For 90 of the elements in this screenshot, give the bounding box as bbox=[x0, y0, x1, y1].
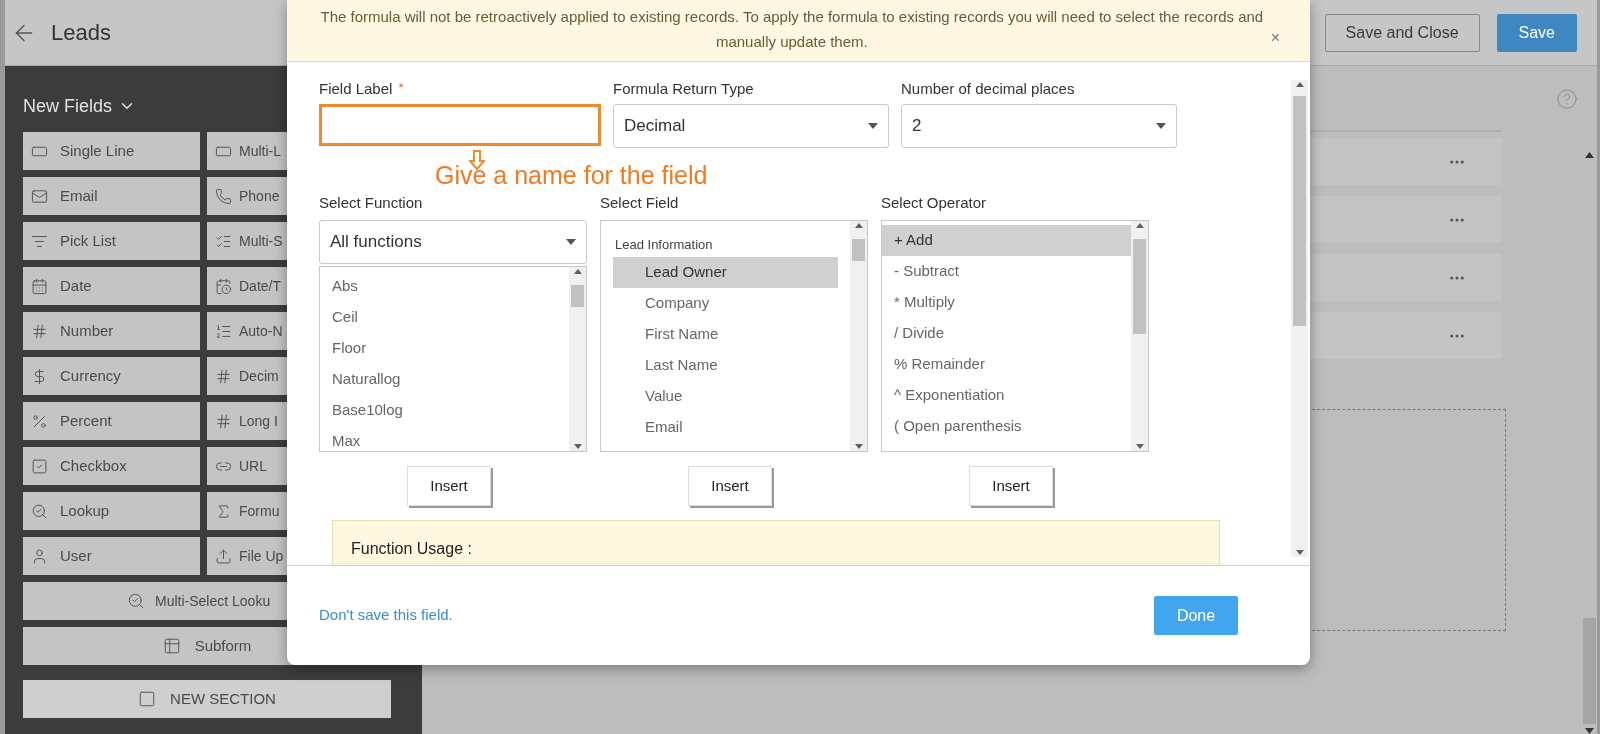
scroll-up-icon[interactable] bbox=[1295, 82, 1304, 87]
list-item[interactable]: Abs bbox=[320, 271, 569, 302]
field-label-input[interactable] bbox=[319, 104, 601, 146]
field-type-button[interactable]: Single Line bbox=[23, 132, 200, 170]
save-close-button[interactable]: Save and Close bbox=[1324, 13, 1480, 52]
list-label: Select Function bbox=[319, 194, 424, 212]
list-item[interactable]: * Multiply bbox=[882, 287, 1131, 318]
list-item[interactable]: Base10log bbox=[320, 395, 569, 426]
field-type-button[interactable]: Pick List bbox=[23, 222, 200, 260]
notice-text: The formula will not be retroactively applied to existing records. To apply the formula to existing records you will need to select the records and manually update them. bbox=[319, 7, 1265, 52]
scroll-up-icon[interactable] bbox=[854, 223, 863, 228]
insert-button[interactable]: Insert bbox=[407, 466, 491, 506]
scroll-down-icon[interactable] bbox=[1135, 444, 1144, 449]
insert-button[interactable]: Insert bbox=[969, 466, 1053, 506]
percent-icon bbox=[31, 412, 48, 430]
caret-icon bbox=[566, 239, 576, 245]
square-icon bbox=[138, 690, 157, 708]
list-item[interactable]: / Divide bbox=[882, 318, 1131, 349]
list-item[interactable]: Floor bbox=[320, 333, 569, 364]
list-label: Select Field bbox=[600, 194, 680, 212]
numbered-list-icon bbox=[215, 322, 232, 340]
scroll-up-icon[interactable] bbox=[1585, 152, 1594, 158]
scrollbar[interactable] bbox=[1131, 221, 1148, 451]
return-type-select[interactable]: Decimal bbox=[613, 104, 889, 148]
list-item[interactable]: Value bbox=[613, 380, 838, 412]
annotation-text: Give a name for the field bbox=[435, 160, 708, 190]
table-icon bbox=[162, 637, 181, 655]
field-type-button[interactable]: Percent bbox=[23, 402, 200, 440]
usage-title: Function Usage : bbox=[351, 540, 472, 557]
scroll-thumb[interactable] bbox=[852, 239, 865, 261]
calendar-icon bbox=[31, 277, 48, 295]
scroll-down-icon[interactable] bbox=[1585, 728, 1594, 734]
hash-icon bbox=[31, 322, 48, 340]
list-item[interactable]: ( Open parenthesis bbox=[882, 411, 1131, 442]
list-item[interactable]: - Subtract bbox=[882, 256, 1131, 287]
required-mark: * bbox=[398, 79, 404, 97]
search-icon bbox=[127, 592, 145, 610]
user-icon bbox=[31, 547, 48, 565]
close-icon[interactable]: × bbox=[1270, 26, 1281, 50]
field-type-button[interactable]: Lookup bbox=[23, 492, 200, 530]
field-type-button[interactable]: User bbox=[23, 537, 200, 575]
return-type-label: Formula Return Type bbox=[613, 79, 755, 98]
list-item[interactable]: Email bbox=[613, 411, 838, 443]
field-type-button[interactable]: Date bbox=[23, 267, 200, 305]
hash-icon bbox=[215, 412, 232, 430]
upload-icon bbox=[215, 547, 232, 565]
list-item[interactable]: Last Name bbox=[613, 349, 838, 381]
scroll-thumb[interactable] bbox=[1293, 96, 1306, 326]
checkbox-icon bbox=[31, 457, 48, 475]
scroll-down-icon[interactable] bbox=[1295, 550, 1304, 555]
list-item[interactable]: Ceil bbox=[320, 302, 569, 333]
scroll-up-icon[interactable] bbox=[1135, 223, 1144, 228]
scrollbar[interactable] bbox=[850, 221, 867, 451]
list-item[interactable]: First Name bbox=[613, 318, 838, 350]
scroll-thumb[interactable] bbox=[571, 285, 584, 307]
list-item[interactable]: Max bbox=[320, 426, 569, 451]
calendar-clock-icon bbox=[215, 277, 232, 295]
scroll-up-icon[interactable] bbox=[573, 269, 582, 274]
scrollbar[interactable] bbox=[569, 267, 586, 451]
group-heading: Lead Information bbox=[614, 236, 714, 254]
list-item[interactable]: % Remainder bbox=[882, 349, 1131, 380]
list-item[interactable]: Company bbox=[613, 287, 838, 319]
page-title: Leads bbox=[51, 19, 111, 47]
list-label: Select Operator bbox=[881, 194, 988, 212]
scroll-thumb[interactable] bbox=[1133, 239, 1146, 334]
list-item[interactable]: ^ Exponentiation bbox=[882, 380, 1131, 411]
list-item[interactable]: Naturallog bbox=[320, 364, 569, 395]
hash-icon bbox=[215, 367, 232, 385]
caret-icon bbox=[1156, 123, 1166, 129]
search-icon bbox=[31, 502, 48, 520]
decimal-places-label: Number of decimal places bbox=[901, 79, 1076, 98]
scroll-down-icon[interactable] bbox=[573, 444, 582, 449]
phone-icon bbox=[215, 187, 232, 205]
mail-icon bbox=[31, 187, 48, 205]
wide-field-button[interactable]: NEW SECTION bbox=[23, 680, 391, 718]
insert-button[interactable]: Insert bbox=[688, 466, 772, 506]
field-type-button[interactable]: Currency bbox=[23, 357, 200, 395]
save-button[interactable]: Save bbox=[1496, 13, 1577, 52]
field-type-button[interactable]: Email bbox=[23, 177, 200, 215]
decimal-places-select[interactable]: 2 bbox=[901, 104, 1177, 148]
field-type-button[interactable]: Number bbox=[23, 312, 200, 350]
list-item[interactable]: + Add bbox=[882, 225, 1131, 256]
help-icon[interactable] bbox=[1556, 88, 1578, 110]
field-type-button[interactable]: Checkbox bbox=[23, 447, 200, 485]
scroll-down-icon[interactable] bbox=[854, 444, 863, 449]
function-dropdown[interactable]: All functions bbox=[319, 220, 587, 264]
scroll-thumb[interactable] bbox=[1583, 618, 1596, 724]
scrollbar[interactable] bbox=[1291, 80, 1308, 557]
list-item[interactable]: Lead Owner bbox=[613, 256, 838, 288]
caret-icon bbox=[868, 123, 878, 129]
